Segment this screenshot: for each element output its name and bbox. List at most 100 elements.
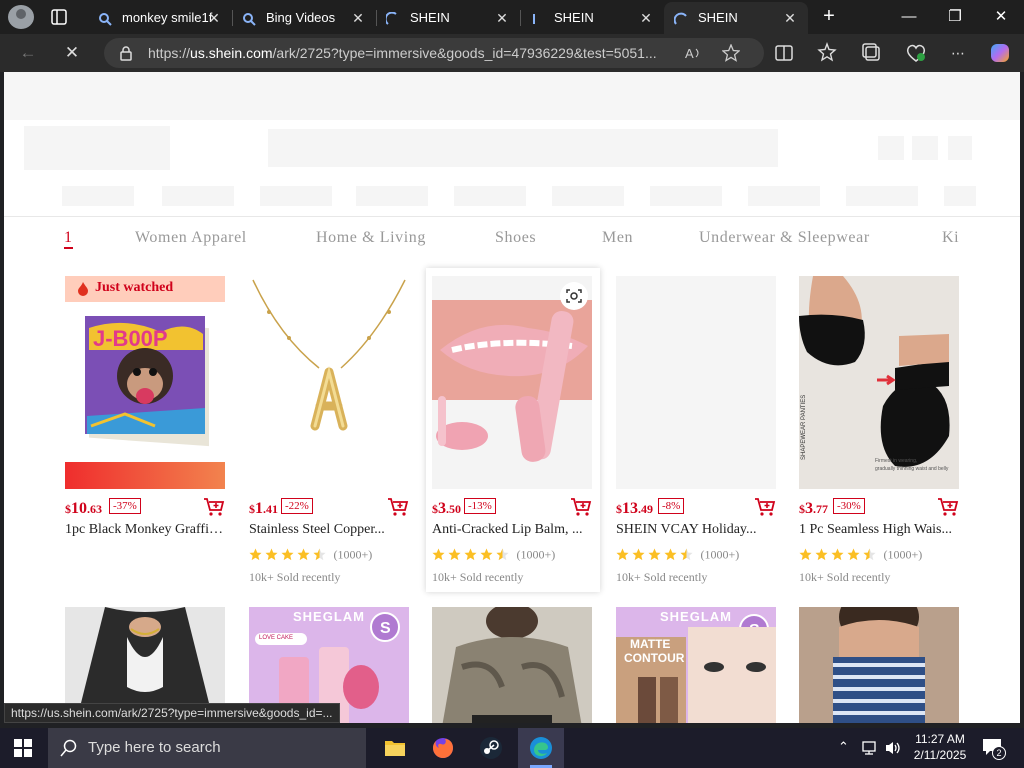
tab-shein-2[interactable]: SHEIN ✕	[520, 2, 664, 34]
logo-placeholder	[24, 126, 170, 170]
nav-placeholder	[944, 186, 976, 206]
product-name[interactable]: SHEIN VCAY Holiday...	[616, 522, 776, 538]
product-card[interactable]: $13.49 -8% SHEIN VCAY Holiday... (1000+)…	[616, 276, 776, 596]
category-tab-home-living[interactable]: Home & Living	[316, 229, 426, 247]
star-icon	[464, 548, 477, 561]
read-aloud-icon[interactable]: A	[684, 45, 702, 61]
system-clock[interactable]: 11:27 AM 2/11/2025	[908, 731, 972, 763]
volume-icon[interactable]	[884, 740, 902, 756]
close-tab-icon[interactable]: ✕	[204, 8, 224, 28]
product-price: $3.77	[799, 500, 828, 517]
tab-shein-1[interactable]: SHEIN ✕	[376, 2, 520, 34]
chevron-up-icon[interactable]: ⌃	[838, 739, 849, 755]
product-image-printed-top[interactable]	[432, 607, 592, 723]
firefox-icon	[433, 738, 453, 758]
back-button[interactable]: ←	[16, 41, 40, 65]
edge-app[interactable]	[518, 728, 564, 768]
product-image-striped-tube-top[interactable]	[799, 607, 959, 723]
copilot-icon[interactable]	[988, 41, 1012, 65]
product-name[interactable]: Anti-Cracked Lip Balm, ...	[432, 522, 592, 538]
product-image-letter-necklace[interactable]	[249, 276, 409, 489]
category-tab-shoes[interactable]: Shoes	[495, 229, 536, 247]
just-watched-label: Just watched	[95, 280, 174, 295]
tab-monkey-smile[interactable]: monkey smile1f ✕	[88, 2, 232, 34]
add-to-cart-icon[interactable]	[754, 497, 776, 517]
just-watched-badge: Just watched	[65, 276, 225, 302]
add-to-cart-icon[interactable]	[203, 497, 225, 517]
file-explorer-app[interactable]	[372, 728, 418, 768]
category-tab-men[interactable]: Men	[602, 229, 633, 247]
tab-shein-active[interactable]: SHEIN ✕	[664, 2, 808, 34]
profile-avatar[interactable]	[8, 5, 34, 29]
minimize-button[interactable]: —	[886, 0, 932, 34]
collections-icon[interactable]	[860, 41, 884, 65]
url-text: https://us.shein.com/ark/2725?type=immer…	[148, 45, 657, 61]
notification-count: 2	[992, 746, 1006, 760]
address-bar[interactable]: https://us.shein.com/ark/2725?type=immer…	[104, 38, 764, 68]
sold-count: 10k+ Sold recently	[432, 570, 524, 584]
windows-start-icon[interactable]	[14, 739, 32, 757]
half-star-icon	[313, 548, 326, 561]
restore-button[interactable]: ❐	[932, 0, 978, 34]
settings-more-icon[interactable]: ⋯	[946, 41, 970, 65]
image-search-icon[interactable]	[560, 282, 588, 310]
close-tab-icon[interactable]: ✕	[348, 8, 368, 28]
product-name[interactable]: 1pc Black Monkey Graffiti...	[65, 522, 225, 538]
stop-loading-button[interactable]: ✕	[60, 41, 84, 65]
half-star-icon	[863, 548, 876, 561]
category-tab-underwear-sleepwear[interactable]: Underwear & Sleepwear	[699, 229, 870, 247]
add-to-cart-icon[interactable]	[387, 497, 409, 517]
firefox-app[interactable]	[420, 728, 466, 768]
svg-text:gradually thinning waist and b: gradually thinning waist and belly	[875, 466, 949, 472]
steam-icon	[480, 737, 502, 759]
close-tab-icon[interactable]: ✕	[780, 8, 800, 28]
lock-icon[interactable]	[118, 45, 134, 61]
nav-placeholder	[846, 186, 918, 206]
category-tab-women-apparel[interactable]: Women Apparel	[135, 229, 247, 247]
category-tab-kids[interactable]: Ki	[942, 229, 959, 247]
star-icon	[448, 548, 461, 561]
search-icon	[60, 739, 77, 757]
favorite-star-icon[interactable]	[722, 44, 740, 62]
product-price: $13.49	[616, 500, 653, 517]
taskbar-search-box[interactable]: Type here to search	[48, 728, 366, 768]
steam-app[interactable]	[468, 728, 514, 768]
star-icon	[847, 548, 860, 561]
browser-essentials-icon[interactable]	[904, 41, 928, 65]
tab-actions-icon[interactable]	[50, 8, 68, 26]
tab-bing-videos[interactable]: Bing Videos ✕	[232, 2, 376, 34]
notification-center-button[interactable]: 2	[980, 736, 1006, 760]
add-to-cart-icon[interactable]	[937, 497, 959, 517]
product-name[interactable]: 1 Pc Seamless High Wais...	[799, 522, 959, 538]
star-rating: (1000+)	[249, 546, 373, 562]
product-image-monkey-canvas[interactable]: J-B00P Just watched	[65, 276, 225, 489]
split-screen-icon[interactable]	[772, 41, 796, 65]
half-star-icon	[680, 548, 693, 561]
product-name[interactable]: Stainless Steel Copper...	[249, 522, 409, 538]
category-tab-1[interactable]: 1	[64, 229, 73, 249]
contour-label: CONTOUR	[624, 651, 685, 665]
product-card[interactable]: SHAPEWEAR PANTIES Firmest in wearing, gr…	[799, 276, 959, 596]
product-image-shapewear[interactable]: SHAPEWEAR PANTIES Firmest in wearing, gr…	[799, 276, 959, 489]
close-tab-icon[interactable]: ✕	[636, 8, 656, 28]
product-card[interactable]: J-B00P Just watched $10.63 -37% 1pc Blac…	[65, 276, 225, 596]
rating-count: (1000+)	[333, 547, 373, 562]
new-tab-button[interactable]: +	[818, 6, 840, 28]
shapewear-vertical-logo: SHAPEWEAR PANTIES	[801, 395, 807, 460]
product-card[interactable]: $1.41 -22% Stainless Steel Copper... (10…	[249, 276, 409, 596]
network-icon[interactable]	[862, 740, 880, 756]
star-icon	[281, 548, 294, 561]
favorites-icon[interactable]	[816, 41, 840, 65]
sheglam-label: SHEGLAM	[660, 609, 732, 624]
link-status-bar: https://us.shein.com/ark/2725?type=immer…	[4, 703, 340, 723]
close-tab-icon[interactable]: ✕	[492, 8, 512, 28]
sold-count: 10k+ Sold recently	[799, 570, 891, 584]
browser-toolbar: ← ✕ https://us.shein.com/ark/2725?type=i…	[0, 34, 1024, 72]
product-image-sheglam-matte-contour[interactable]: S SHEGLAM MATTE CONTOUR	[616, 607, 776, 723]
product-image-placeholder[interactable]	[616, 276, 776, 489]
star-icon	[664, 548, 677, 561]
product-card-hovered[interactable]: $3.50 -13% Anti-Cracked Lip Balm, ... (1…	[426, 268, 600, 592]
add-to-cart-icon[interactable]	[570, 497, 592, 517]
close-window-button[interactable]: ✕	[978, 0, 1024, 34]
product-price: $3.50	[432, 500, 461, 517]
